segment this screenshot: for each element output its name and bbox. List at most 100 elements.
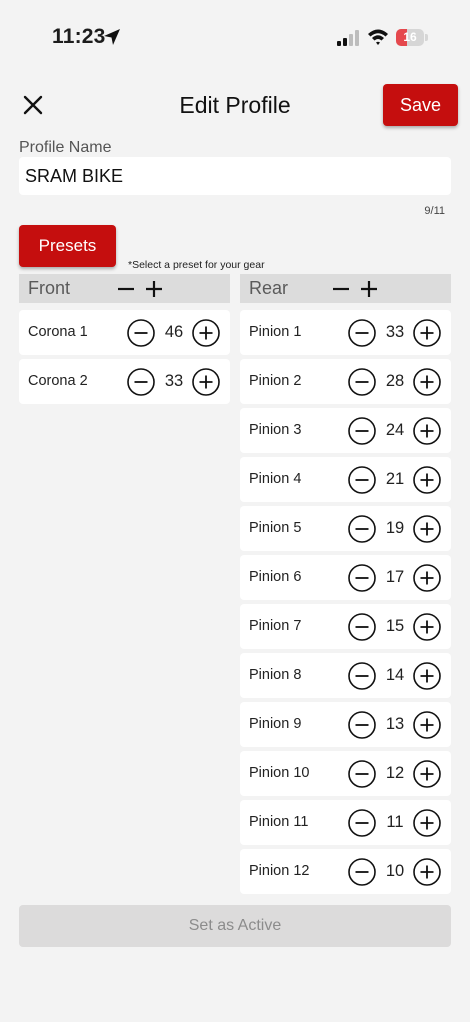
decrement-button[interactable] [127,368,155,396]
increment-button[interactable] [413,809,441,837]
rear-gear-row: Pinion 3 24 [240,408,451,453]
gear-value: 12 [385,764,405,782]
minus-circle-icon [348,515,376,543]
increment-button[interactable] [413,466,441,494]
minus-circle-icon [348,466,376,494]
battery-level-text: 16 [403,30,417,44]
plus-circle-icon [413,760,441,788]
minus-icon [118,287,134,291]
plus-circle-icon [413,613,441,641]
profile-name-value: SRAM BIKE [25,165,124,186]
wifi-icon [367,28,389,51]
plus-circle-icon [413,319,441,347]
gear-label: Pinion 12 [249,863,310,879]
gear-label: Pinion 11 [249,814,309,830]
minus-circle-icon [348,760,376,788]
save-button[interactable]: Save [383,84,458,126]
decrement-button[interactable] [348,466,376,494]
status-bar: 11:23 16 [0,0,470,78]
increment-button[interactable] [413,760,441,788]
minus-circle-icon [127,368,155,396]
increment-button[interactable] [413,858,441,886]
rear-gear-row: Pinion 1 33 [240,310,451,355]
gear-value: 13 [385,715,405,733]
plus-circle-icon [413,368,441,396]
increment-button[interactable] [192,319,220,347]
minus-circle-icon [348,711,376,739]
increment-button[interactable] [413,515,441,543]
increment-button[interactable] [413,662,441,690]
gear-value: 10 [385,862,405,880]
remove-front-gear-button[interactable] [116,279,136,299]
decrement-button[interactable] [348,858,376,886]
decrement-button[interactable] [348,662,376,690]
minus-circle-icon [127,319,155,347]
gear-value: 21 [385,470,405,488]
plus-circle-icon [192,368,220,396]
gear-label: Pinion 5 [249,520,302,536]
close-icon [23,95,43,115]
decrement-button[interactable] [127,319,155,347]
plus-circle-icon [192,319,220,347]
presets-hint: *Select a preset for your gear [128,259,265,271]
decrement-button[interactable] [348,368,376,396]
gear-value: 33 [164,372,184,390]
increment-button[interactable] [413,368,441,396]
plus-circle-icon [413,564,441,592]
gear-label: Pinion 2 [249,373,302,389]
rear-gear-row: Pinion 8 14 [240,653,451,698]
increment-button[interactable] [413,711,441,739]
decrement-button[interactable] [348,760,376,788]
minus-circle-icon [348,368,376,396]
minus-circle-icon [348,564,376,592]
close-button[interactable] [18,90,48,120]
profile-name-input[interactable]: SRAM BIKE [19,157,451,195]
gear-label: Pinion 3 [249,422,302,438]
decrement-button[interactable] [348,564,376,592]
rear-gear-row: Pinion 12 10 [240,849,451,894]
add-rear-gear-button[interactable] [359,279,379,299]
plus-icon [361,281,377,297]
profile-name-label: Profile Name [19,139,112,156]
increment-button[interactable] [413,613,441,641]
plus-circle-icon [413,809,441,837]
gear-label: Corona 1 [28,324,88,340]
rear-title: Rear [249,278,289,298]
front-gear-row: Corona 1 46 [19,310,230,355]
rear-gear-row: Pinion 7 15 [240,604,451,649]
presets-button[interactable]: Presets [19,225,116,267]
add-front-gear-button[interactable] [144,279,164,299]
gear-value: 28 [385,372,405,390]
gear-value: 33 [385,323,405,341]
gear-label: Pinion 6 [249,569,302,585]
plus-circle-icon [413,662,441,690]
status-time: 11:23 [52,25,106,48]
decrement-button[interactable] [348,515,376,543]
character-counter: 9/11 [424,205,445,217]
rear-gear-row: Pinion 10 12 [240,751,451,796]
increment-button[interactable] [413,319,441,347]
decrement-button[interactable] [348,417,376,445]
front-gear-row: Corona 2 33 [19,359,230,404]
increment-button[interactable] [192,368,220,396]
gear-label: Pinion 10 [249,765,310,781]
decrement-button[interactable] [348,319,376,347]
gear-value: 17 [385,568,405,586]
gear-value: 11 [386,813,404,831]
cellular-signal-icon [337,30,361,51]
remove-rear-gear-button[interactable] [331,279,351,299]
decrement-button[interactable] [348,809,376,837]
battery-icon: 16 [396,29,428,46]
plus-icon [146,281,162,297]
gear-value: 24 [385,421,405,439]
plus-circle-icon [413,515,441,543]
rear-gear-row: Pinion 2 28 [240,359,451,404]
increment-button[interactable] [413,417,441,445]
plus-circle-icon [413,466,441,494]
plus-circle-icon [413,417,441,445]
set-as-active-button[interactable]: Set as Active [19,905,451,947]
minus-circle-icon [348,662,376,690]
decrement-button[interactable] [348,711,376,739]
increment-button[interactable] [413,564,441,592]
decrement-button[interactable] [348,613,376,641]
